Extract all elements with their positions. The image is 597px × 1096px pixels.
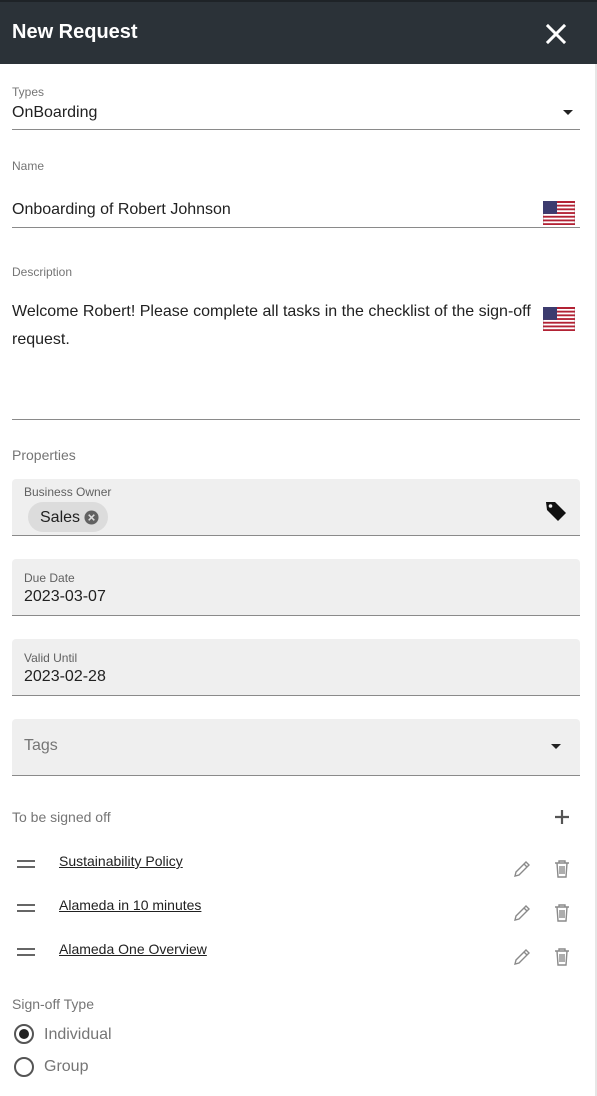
valid-until-field[interactable]: Valid Until 2023-02-28 xyxy=(12,639,580,696)
due-date-field[interactable]: Due Date 2023-03-07 xyxy=(12,559,580,616)
close-button[interactable] xyxy=(540,18,572,50)
drag-handle-icon[interactable] xyxy=(17,948,35,958)
edit-icon[interactable] xyxy=(510,945,534,969)
description-label: Description xyxy=(12,265,73,279)
due-date-label: Due Date xyxy=(24,571,75,585)
name-label: Name xyxy=(12,159,45,173)
dialog-header: New Request xyxy=(0,0,597,64)
individual-radio-label[interactable]: Individual xyxy=(44,1026,112,1044)
trash-icon[interactable] xyxy=(550,901,574,925)
business-owner-label: Business Owner xyxy=(24,485,112,499)
list-item: Alameda One Overview xyxy=(0,933,597,973)
document-link[interactable]: Alameda in 10 minutes xyxy=(59,897,201,913)
list-item: Sustainability Policy xyxy=(0,845,597,885)
signoff-type-heading: Sign-off Type xyxy=(12,996,94,1012)
trash-icon[interactable] xyxy=(550,857,574,881)
chevron-down-icon[interactable] xyxy=(551,744,561,749)
edit-icon[interactable] xyxy=(510,901,534,925)
description-underline xyxy=(12,419,580,420)
document-link[interactable]: Alameda One Overview xyxy=(59,941,207,957)
description-textarea[interactable]: Welcome Robert! Please complete all task… xyxy=(12,298,537,354)
drag-handle-icon[interactable] xyxy=(17,860,35,870)
types-value[interactable]: OnBoarding xyxy=(12,104,97,122)
valid-until-value[interactable]: 2023-02-28 xyxy=(24,668,106,686)
remove-chip-icon[interactable] xyxy=(84,510,99,525)
tag-icon[interactable] xyxy=(544,499,568,523)
valid-until-label: Valid Until xyxy=(24,651,78,665)
name-input[interactable]: Onboarding of Robert Johnson xyxy=(12,201,231,219)
properties-heading: Properties xyxy=(12,447,76,463)
types-underline xyxy=(12,129,580,130)
us-flag-icon[interactable] xyxy=(543,307,575,331)
add-document-button[interactable] xyxy=(550,805,574,829)
dialog-title: New Request xyxy=(12,21,138,43)
tags-placeholder: Tags xyxy=(24,737,58,754)
chevron-down-icon[interactable] xyxy=(563,110,573,115)
tags-select[interactable]: Tags xyxy=(12,719,580,776)
signoff-heading: To be signed off xyxy=(12,809,111,825)
group-radio[interactable] xyxy=(14,1057,34,1077)
types-label: Types xyxy=(12,85,45,99)
close-icon xyxy=(545,23,567,45)
drag-handle-icon[interactable] xyxy=(17,904,35,914)
business-owner-field[interactable]: Business Owner Sales xyxy=(12,479,580,536)
plus-icon xyxy=(555,810,569,824)
group-radio-label[interactable]: Group xyxy=(44,1058,88,1076)
document-link[interactable]: Sustainability Policy xyxy=(59,853,183,869)
chip-label: Sales xyxy=(40,509,81,526)
due-date-value[interactable]: 2023-03-07 xyxy=(24,588,106,606)
business-owner-chip[interactable]: Sales xyxy=(28,502,108,532)
individual-radio[interactable] xyxy=(14,1024,34,1044)
name-underline xyxy=(12,227,580,228)
us-flag-icon[interactable] xyxy=(543,201,575,225)
trash-icon[interactable] xyxy=(550,945,574,969)
list-item: Alameda in 10 minutes xyxy=(0,889,597,929)
edit-icon[interactable] xyxy=(510,857,534,881)
